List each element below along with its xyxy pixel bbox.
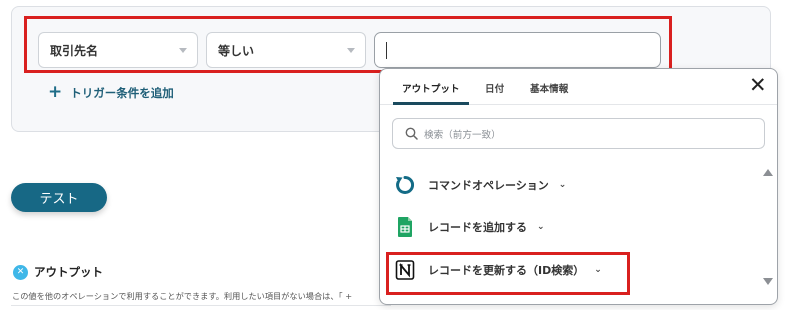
scroll-down-arrow-icon[interactable] [763,278,773,285]
operation-label: コマンドオペレーション [428,179,549,192]
output-badge-icon: ✕ [13,264,28,280]
add-trigger-condition-button[interactable]: + トリガー条件を追加 [48,84,174,101]
output-picker-popup: アウトプット 日付 基本情報 ✕ 検索（前方一致） コマンドオペレーション ⌄ … [379,68,778,305]
chevron-down-icon: ⌄ [558,180,567,190]
text-cursor [386,42,387,59]
operator-select[interactable]: 等しい [206,32,366,68]
search-icon [405,127,418,140]
search-placeholder: 検索（前方一致） [424,129,501,141]
operation-label: レコードを追加する [428,221,527,234]
divider [11,305,391,306]
popup-tabs: アウトプット 日付 基本情報 ✕ [380,69,777,105]
chevron-down-icon: ⌄ [594,265,602,275]
operator-select-value: 等しい [218,43,255,58]
operation-add-record[interactable]: レコードを追加する ⌄ [394,216,545,238]
operation-command[interactable]: コマンドオペレーション ⌄ [394,174,566,196]
tab-basic-info[interactable]: 基本情報 [530,81,568,95]
search-input[interactable]: 検索（前方一致） [392,118,765,149]
active-tab-indicator [393,102,469,105]
command-operation-icon [396,175,415,194]
scroll-up-arrow-icon[interactable] [763,169,773,176]
output-heading: ✕ アウトプット [13,264,103,280]
output-description: この値を他のオペレーションで利用することができます。利用したい項目がない場合は、… [12,291,353,301]
tab-date[interactable]: 日付 [485,81,504,95]
test-button[interactable]: テスト [11,183,107,212]
google-sheets-icon [398,217,412,237]
chevron-down-icon: ⌄ [537,222,545,232]
field-select-value: 取引先名 [50,43,99,58]
notion-icon [395,260,415,280]
caret-down-icon [179,48,187,53]
operation-label: レコードを更新する（ID検索） [428,264,585,277]
output-title: アウトプット [34,265,103,279]
add-trigger-label: トリガー条件を追加 [70,85,174,100]
value-input[interactable] [374,32,661,68]
operation-update-record[interactable]: レコードを更新する（ID検索） ⌄ [394,259,602,281]
caret-down-icon [347,48,355,53]
tab-output[interactable]: アウトプット [402,81,460,95]
field-select[interactable]: 取引先名 [38,32,198,68]
close-icon[interactable]: ✕ [749,75,767,96]
plus-icon: + [48,82,63,102]
